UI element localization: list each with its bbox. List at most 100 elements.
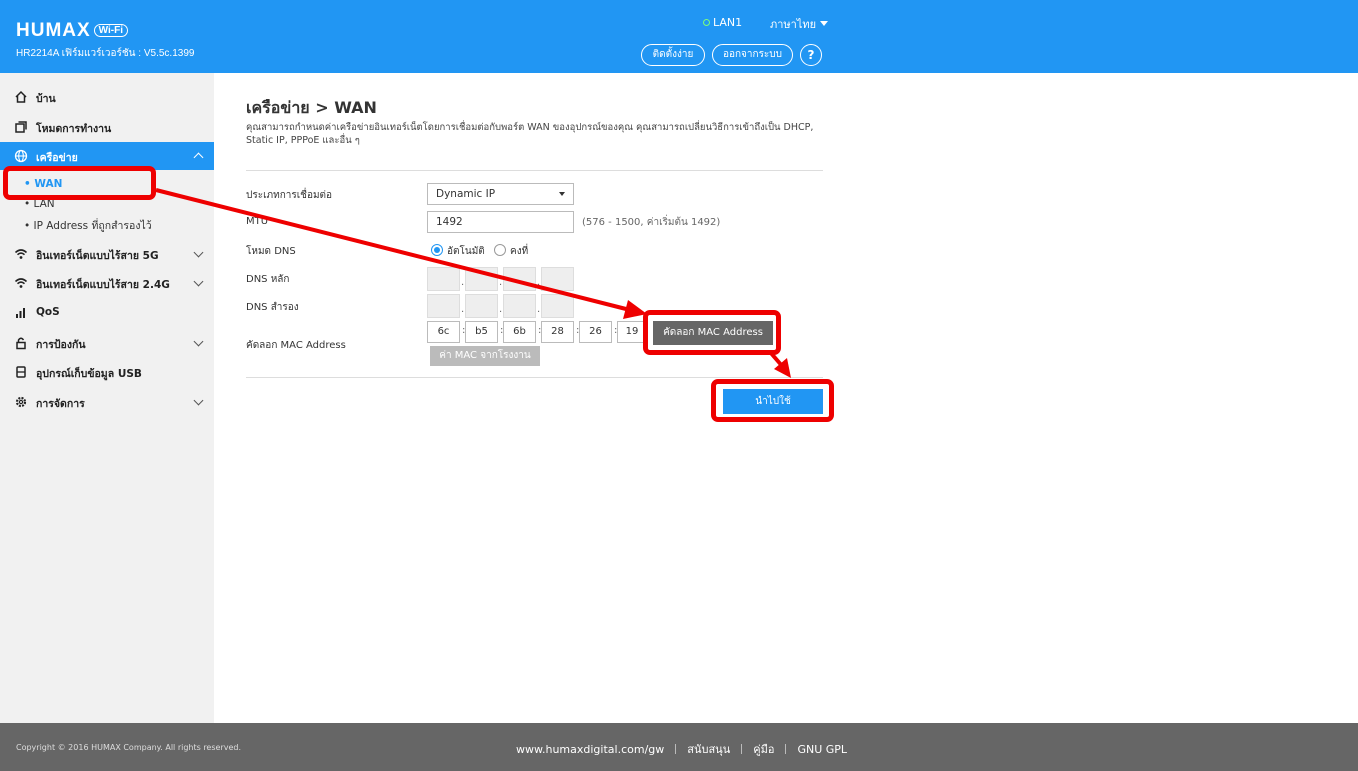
dns-primary-octet-1 — [427, 267, 460, 291]
connection-type-select[interactable]: Dynamic IP — [427, 183, 574, 205]
factory-mac-button[interactable]: ค่า MAC จากโรงงาน — [430, 346, 540, 366]
page-description: คุณสามารถกำหนดค่าเครือข่ายอินเทอร์เน็ตโด… — [246, 122, 814, 146]
mac-octet-5[interactable]: 26 — [579, 321, 612, 343]
chevron-down-icon — [193, 395, 204, 406]
caret-down-icon — [559, 192, 565, 196]
mac-octet-2[interactable]: b5 — [465, 321, 498, 343]
dns-primary-label: DNS หลัก — [246, 274, 290, 285]
copyright: Copyright © 2016 HUMAX Company. All righ… — [16, 743, 242, 752]
octet-separator: . — [499, 304, 503, 315]
globe-icon — [14, 149, 28, 163]
mtu-input[interactable]: 1492 — [427, 211, 574, 233]
highlight-copy-mac-box — [643, 310, 781, 355]
sidebar-item-wifi-5g[interactable]: อินเทอร์เน็ตแบบไร้สาย 5G — [0, 240, 214, 268]
octet-separator: . — [461, 277, 465, 288]
dns-secondary-octet-1 — [427, 294, 460, 318]
logout-button[interactable]: ออกจากระบบ — [712, 44, 793, 66]
dns-primary-octet-3 — [503, 267, 536, 291]
mac-octet-4[interactable]: 28 — [541, 321, 574, 343]
mac-clone-label: คัดลอก MAC Address — [246, 340, 346, 351]
logo-text: HUMAX — [16, 20, 91, 41]
support-link[interactable]: สนับสนุน — [687, 743, 730, 756]
chevron-down-icon — [193, 336, 204, 347]
sidebar-item-management[interactable]: การจัดการ — [0, 388, 214, 416]
humax-logo: HUMAX Wi-Fi — [16, 20, 129, 42]
mtu-hint: (576 - 1500, ค่าเริ่มต้น 1492) — [582, 217, 721, 228]
sidebar-item-label: บ้าน — [36, 93, 56, 105]
home-icon — [15, 90, 27, 103]
divider — [246, 377, 823, 378]
dns-static-label: คงที่ — [510, 246, 529, 257]
octet-separator: . — [499, 277, 503, 288]
arrow-to-copy-mac — [155, 188, 631, 312]
website-link[interactable]: www.humaxdigital.com/gw — [516, 743, 664, 756]
dns-primary-octet-4 — [541, 267, 574, 291]
radio-unchecked-icon — [494, 244, 506, 256]
dns-secondary-octet-3 — [503, 294, 536, 318]
wifi-badge: Wi-Fi — [93, 24, 129, 37]
divider — [785, 744, 787, 754]
manual-link[interactable]: คู่มือ — [753, 743, 774, 756]
connection-type-value: Dynamic IP — [436, 188, 496, 200]
lock-icon — [16, 337, 26, 350]
octet-separator: . — [537, 304, 541, 315]
dns-mode-label: โหมด DNS — [246, 246, 296, 257]
sidebar-item-label: เครือข่าย — [36, 152, 78, 164]
chevron-down-icon — [193, 276, 204, 287]
arrowhead-icon — [774, 358, 791, 378]
sidebar-item-label: QoS — [36, 306, 60, 318]
easy-setup-button[interactable]: ติดตั้งง่าย — [641, 44, 705, 66]
sidebar-subitem-reserved-ip[interactable]: • IP Address ที่ถูกสำรองไว้ — [24, 217, 152, 234]
dns-auto-radio[interactable]: อัตโนมัติ — [431, 244, 485, 259]
chevron-down-icon — [193, 247, 204, 258]
firmware-version: HR2214A เฟิร์มแวร์เวอร์ชัน : V5.5c.1399 — [16, 48, 195, 59]
language-label: ภาษาไทย — [770, 18, 817, 31]
sidebar-item-qos[interactable]: QoS — [0, 299, 214, 327]
sidebar-item-usb[interactable]: อุปกรณ์เก็บข้อมูล USB — [0, 358, 214, 386]
dns-secondary-octet-2 — [465, 294, 498, 318]
footer-links: www.humaxdigital.com/gw สนับสนุน คู่มือ GNU… — [516, 740, 847, 758]
gear-icon — [15, 396, 27, 408]
divider — [741, 744, 743, 754]
sidebar-item-label: โหมดการทำงาน — [36, 123, 112, 135]
gpl-link[interactable]: GNU GPL — [797, 743, 847, 756]
page-title: เครือข่าย > WAN — [246, 98, 377, 117]
mtu-label: MTU — [246, 216, 269, 227]
dns-secondary-label: DNS สำรอง — [246, 302, 299, 313]
header: HUMAX Wi-Fi HR2214A เฟิร์มแวร์เวอร์ชัน : … — [0, 0, 1358, 73]
sidebar-item-label: อินเทอร์เน็ตแบบไร้สาย 2.4G — [36, 279, 170, 291]
highlight-wan-box — [3, 166, 156, 200]
lan-status: LAN1 — [703, 16, 742, 29]
sidebar-item-label: อุปกรณ์เก็บข้อมูล USB — [36, 368, 142, 380]
octet-separator: . — [537, 277, 541, 288]
bars-icon — [16, 308, 25, 318]
help-button[interactable]: ? — [800, 44, 822, 66]
divider — [675, 744, 677, 754]
wifi-icon — [14, 278, 28, 288]
sidebar-item-home[interactable]: บ้าน — [0, 83, 214, 111]
language-select[interactable]: ภาษาไทย — [770, 15, 829, 33]
connection-type-label: ประเภทการเชื่อมต่อ — [246, 190, 333, 201]
footer: Copyright © 2016 HUMAX Company. All righ… — [0, 723, 1358, 771]
window-icon — [15, 121, 27, 133]
dns-primary-octet-2 — [465, 267, 498, 291]
sidebar-item-security[interactable]: การป้องกัน — [0, 329, 214, 357]
sidebar-item-mode[interactable]: โหมดการทำงาน — [0, 113, 214, 141]
divider — [246, 170, 823, 171]
dns-static-radio[interactable]: คงที่ — [494, 244, 528, 259]
sidebar-item-label: การป้องกัน — [36, 339, 86, 351]
sidebar-item-wifi-24g[interactable]: อินเทอร์เน็ตแบบไร้สาย 2.4G — [0, 269, 214, 297]
sidebar-item-label: การจัดการ — [36, 398, 85, 410]
caret-down-icon — [820, 21, 829, 26]
octet-separator: . — [461, 304, 465, 315]
mac-octet-3[interactable]: 6b — [503, 321, 536, 343]
chevron-up-icon — [193, 152, 204, 163]
wifi-icon — [14, 249, 28, 259]
highlight-apply-box — [711, 379, 834, 422]
sidebar-item-label: อินเทอร์เน็ตแบบไร้สาย 5G — [36, 250, 159, 262]
dns-auto-label: อัตโนมัติ — [447, 246, 485, 257]
radio-checked-icon — [431, 244, 443, 256]
lan-status-label: LAN1 — [713, 16, 743, 29]
status-dot-icon — [703, 19, 710, 26]
mac-octet-1[interactable]: 6c — [427, 321, 460, 343]
